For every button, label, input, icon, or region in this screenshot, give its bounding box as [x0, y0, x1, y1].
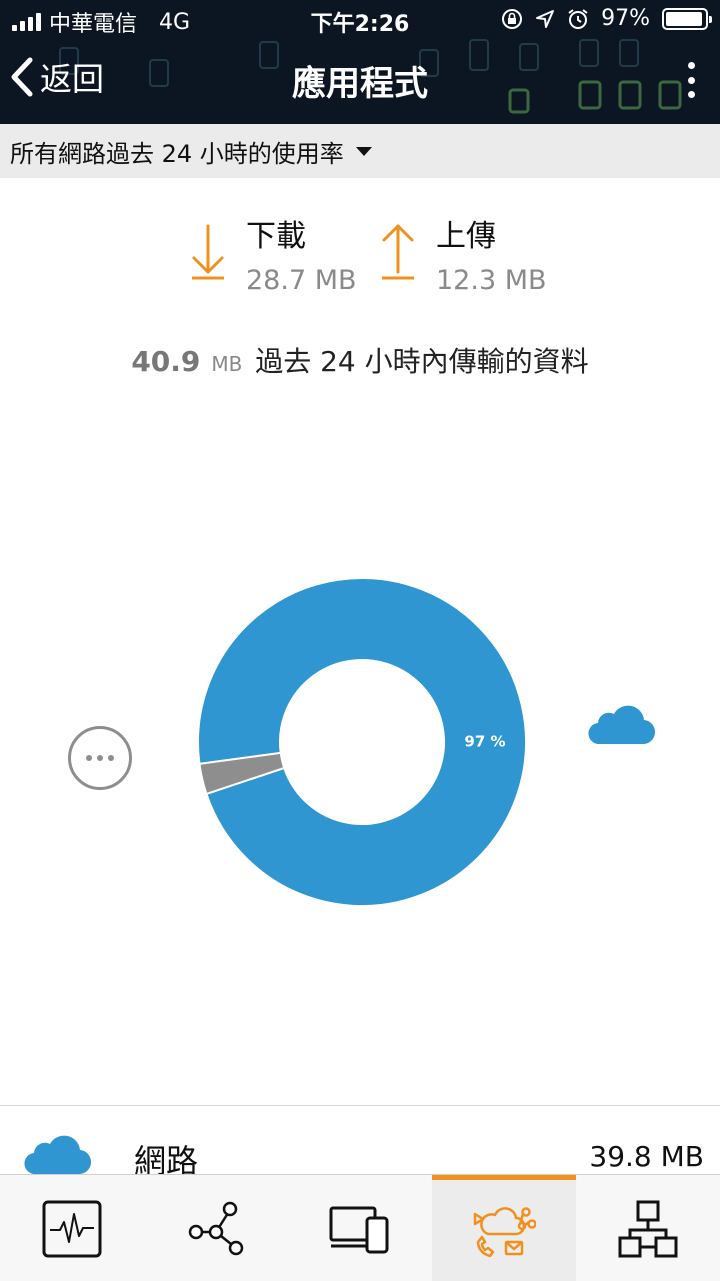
download-label: 下載	[246, 219, 306, 254]
alarm-icon	[568, 8, 588, 29]
battery-icon	[662, 7, 712, 30]
upload-label: 上傳	[436, 219, 496, 254]
tab-devices[interactable]	[288, 1175, 432, 1281]
upload-stat: 上傳 12.3 MB	[380, 218, 547, 306]
topology-icon	[618, 1200, 678, 1257]
donut-slice-0[interactable]	[197, 577, 527, 907]
list-item[interactable]: 網路 39.8 MB	[0, 1106, 720, 1180]
upload-arrow-icon	[382, 224, 414, 280]
network-nodes-icon	[188, 1201, 244, 1255]
activity-monitor-icon	[42, 1200, 102, 1257]
bottom-tab-bar	[0, 1174, 720, 1281]
apps-cloud-icon	[473, 1207, 536, 1258]
usage-chart-area: 97 %	[0, 560, 720, 920]
data-summary: 40.9 MB 過去 24 小時內傳輸的資料	[0, 340, 720, 380]
summary-text: 過去 24 小時內傳輸的資料	[255, 345, 589, 378]
upload-value: 12.3 MB	[436, 265, 547, 296]
total-data-unit: MB	[211, 352, 243, 376]
status-right: 97%	[501, 6, 712, 31]
nav-bar: 返回 應用程式	[0, 40, 720, 124]
page-title: 應用程式	[292, 64, 428, 104]
cloud-icon	[24, 1135, 92, 1175]
list-item-size: 39.8 MB	[589, 1140, 704, 1173]
app-header: 中華電信 4G 下午2:26 97% 返回 應用程式	[0, 0, 720, 124]
tab-topology[interactable]	[576, 1175, 720, 1281]
devices-icon	[329, 1206, 389, 1253]
tab-activity[interactable]	[0, 1175, 144, 1281]
caret-down-icon	[355, 146, 372, 156]
total-data-value: 40.9	[131, 345, 201, 378]
download-value: 28.7 MB	[246, 265, 357, 296]
more-apps-icon[interactable]	[68, 726, 132, 790]
more-options-icon[interactable]	[686, 62, 696, 98]
filter-label: 所有網路過去 24 小時的使用率	[10, 139, 344, 168]
status-bar: 中華電信 4G 下午2:26 97%	[0, 0, 720, 40]
network-filter-dropdown[interactable]: 所有網路過去 24 小時的使用率	[0, 124, 720, 178]
battery-percent: 97%	[601, 6, 650, 31]
tab-apps[interactable]	[432, 1175, 576, 1281]
location-icon	[536, 9, 555, 28]
upload-text: 上傳 12.3 MB	[436, 218, 547, 306]
download-stat: 下載 28.7 MB	[190, 218, 357, 306]
cloud-icon[interactable]	[586, 702, 656, 746]
rotation-lock-icon	[502, 8, 523, 29]
download-text: 下載 28.7 MB	[246, 218, 357, 306]
download-arrow-icon	[192, 224, 224, 280]
tab-network[interactable]	[144, 1175, 288, 1281]
donut-slice-label-0: 97 %	[464, 733, 505, 751]
donut-slice-1[interactable]	[198, 751, 286, 796]
